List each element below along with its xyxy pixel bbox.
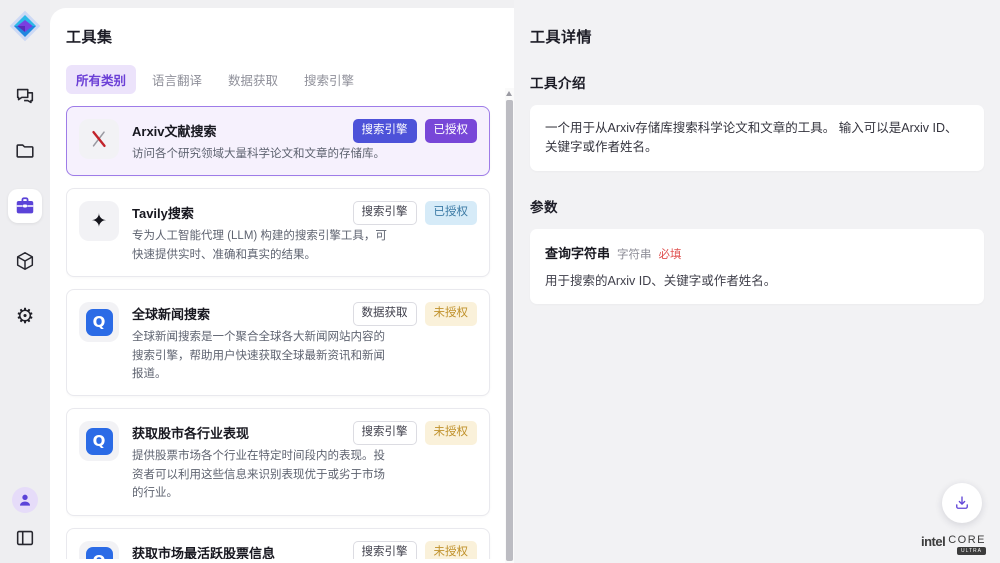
scrollbar[interactable]	[505, 88, 514, 563]
category-badge: 搜索引擎	[353, 201, 417, 225]
search-q-icon: Q	[79, 302, 119, 342]
tool-description: 全球新闻搜索是一个聚合全球各大新闻网站内容的搜索引擎，帮助用户快速获取全球最新资…	[132, 328, 388, 383]
tool-detail-panel: 工具详情 工具介绍 一个用于从Arxiv存储库搜索科学论文和文章的工具。 输入可…	[514, 0, 1000, 563]
tab-language-translation[interactable]: 语言翻译	[142, 65, 212, 94]
category-tabs: 所有类别 语言翻译 数据获取 搜索引擎	[66, 65, 504, 94]
tool-card-sector-performance[interactable]: Q 获取股市各行业表现 提供股票市场各个行业在特定时间段内的表现。投资者可以利用…	[66, 408, 490, 515]
tool-list: Arxiv文献搜索 访问各个研究领域大量科学论文和文章的存储库。 搜索引擎 已授…	[66, 106, 504, 559]
toolbox-icon	[14, 195, 36, 217]
sidebar-item-chat[interactable]	[8, 79, 42, 113]
intro-card: 一个用于从Arxiv存储库搜索科学论文和文章的工具。 输入可以是Arxiv ID…	[530, 105, 984, 171]
search-q-icon: Q	[79, 541, 119, 559]
scrollbar-thumb[interactable]	[506, 100, 513, 561]
sidebar-item-tools[interactable]	[8, 189, 42, 223]
sidebar-rail: ⚙	[0, 0, 50, 563]
param-type: 字符串	[617, 246, 652, 262]
sidebar-item-files[interactable]	[8, 134, 42, 168]
panel-layout-icon	[14, 527, 36, 549]
category-badge: 搜索引擎	[353, 119, 417, 143]
chat-icon	[14, 85, 36, 107]
param-description: 用于搜索的Arxiv ID、关键字或作者姓名。	[545, 272, 969, 291]
sidebar-nav: ⚙	[8, 79, 42, 333]
sidebar-item-settings[interactable]: ⚙	[8, 299, 42, 333]
arxiv-logo-icon	[79, 119, 119, 159]
status-badge: 未授权	[425, 302, 478, 326]
status-badge: 未授权	[425, 541, 478, 559]
toolset-panel: 工具集 所有类别 语言翻译 数据获取 搜索引擎 Arxiv文献搜索 访问各个研究…	[50, 8, 514, 563]
status-badge: 已授权	[425, 119, 478, 143]
tool-description: 访问各个研究领域大量科学论文和文章的存储库。	[132, 145, 388, 163]
category-badge: 搜索引擎	[353, 541, 417, 559]
tool-description: 提供股票市场各个行业在特定时间段内的表现。投资者可以利用这些信息来识别表现优于或…	[132, 447, 388, 502]
tool-description: 专为人工智能代理 (LLM) 构建的搜索引擎工具，可快速提供实时、准确和真实的结…	[132, 227, 388, 264]
user-avatar[interactable]	[12, 487, 38, 513]
scrollbar-up-arrow-icon[interactable]	[506, 91, 512, 96]
core-wordmark: core	[948, 534, 986, 546]
category-badge: 搜索引擎	[353, 421, 417, 445]
param-required-flag: 必填	[659, 246, 682, 262]
toolset-title: 工具集	[66, 26, 504, 47]
status-badge: 未授权	[425, 421, 478, 445]
sparkle-icon: ✦	[79, 201, 119, 241]
sidebar-item-packages[interactable]	[8, 244, 42, 278]
status-badge: 已授权	[425, 201, 478, 225]
tab-data-fetching[interactable]: 数据获取	[218, 65, 288, 94]
package-icon	[14, 250, 36, 272]
intro-text: 一个用于从Arxiv存储库搜索科学论文和文章的工具。 输入可以是Arxiv ID…	[545, 119, 969, 157]
folder-icon	[14, 140, 36, 162]
download-icon	[953, 494, 971, 512]
download-button[interactable]	[942, 483, 982, 523]
search-q-icon: Q	[79, 421, 119, 461]
params-heading: 参数	[530, 196, 984, 216]
gear-icon: ⚙	[16, 306, 35, 327]
collapse-panel-button[interactable]	[12, 525, 38, 551]
tool-card-global-news[interactable]: Q 全球新闻搜索 全球新闻搜索是一个聚合全球各大新闻网站内容的搜索引擎，帮助用户…	[66, 289, 490, 396]
tool-card-tavily[interactable]: ✦ Tavily搜索 专为人工智能代理 (LLM) 构建的搜索引擎工具，可快速提…	[66, 188, 490, 277]
detail-title: 工具详情	[530, 26, 984, 47]
person-icon	[17, 492, 33, 508]
intel-core-logo: intel core ultra	[921, 534, 986, 555]
param-name: 查询字符串	[545, 243, 610, 262]
ultra-badge: ultra	[957, 547, 986, 555]
tool-card-arxiv[interactable]: Arxiv文献搜索 访问各个研究领域大量科学论文和文章的存储库。 搜索引擎 已授…	[66, 106, 490, 176]
tab-all-categories[interactable]: 所有类别	[66, 65, 136, 94]
app-logo	[8, 9, 42, 43]
tab-search-engine[interactable]: 搜索引擎	[294, 65, 364, 94]
category-badge: 数据获取	[353, 302, 417, 326]
sidebar-bottom	[12, 487, 38, 551]
param-card: 查询字符串 字符串 必填 用于搜索的Arxiv ID、关键字或作者姓名。	[530, 229, 984, 305]
intro-heading: 工具介绍	[530, 72, 984, 92]
tool-card-most-active-stocks[interactable]: Q 获取市场最活跃股票信息 提供当天交易量最高的股票列表，投资者可以利用这些信息…	[66, 528, 490, 559]
intel-wordmark: intel	[921, 534, 945, 549]
